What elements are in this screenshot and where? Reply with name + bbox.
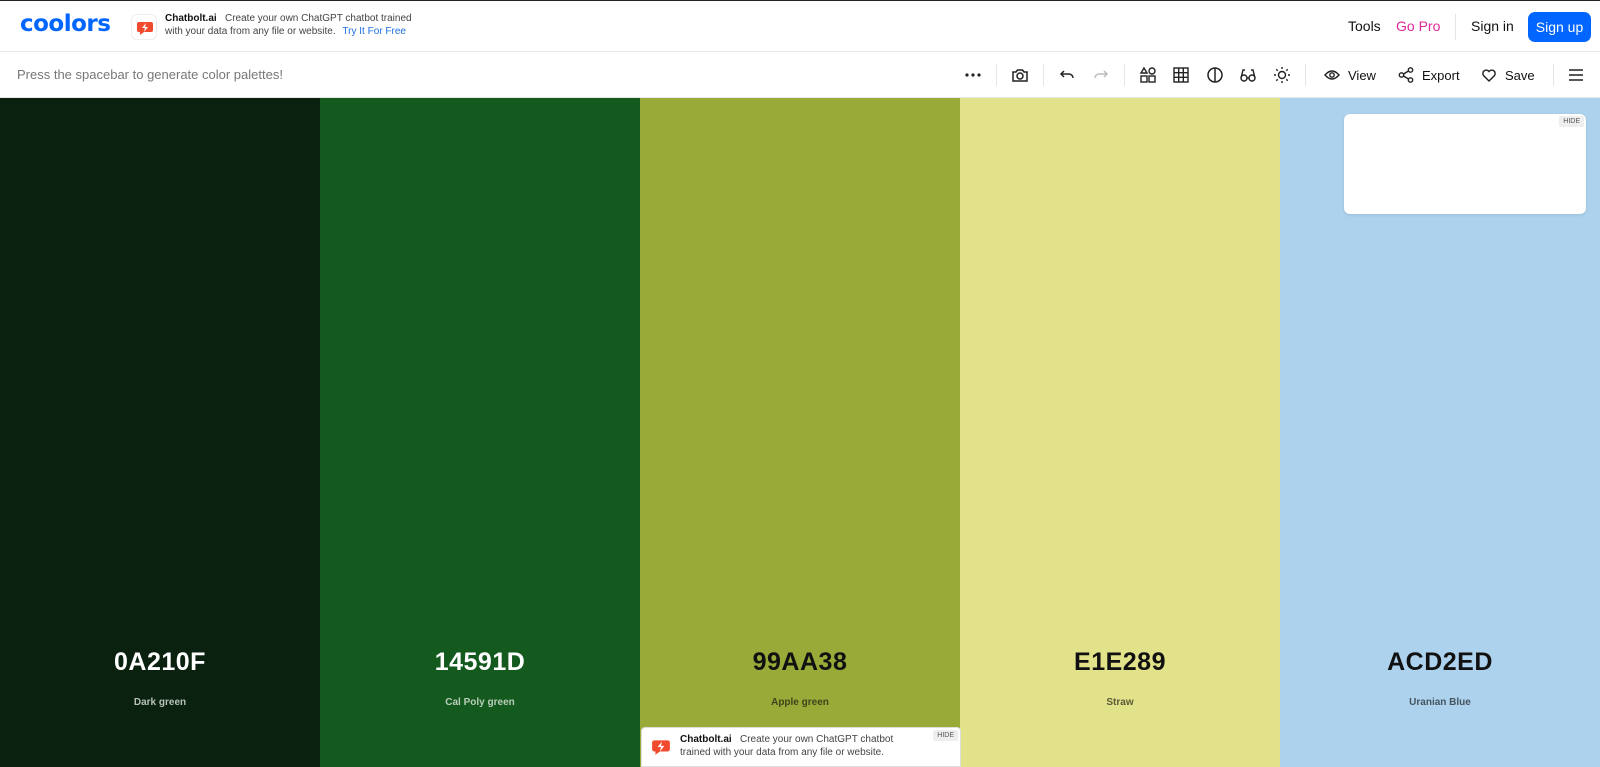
ad-brand-name: Chatbolt.ai (165, 13, 217, 24)
save-button[interactable]: Save (1481, 65, 1535, 85)
undo-icon[interactable] (1057, 65, 1077, 85)
view-button[interactable]: View (1324, 65, 1376, 85)
color-name[interactable]: Dark green (0, 697, 320, 708)
hide-ad-button[interactable]: HIDE (933, 730, 958, 741)
color-hex[interactable]: 14591D (320, 648, 640, 677)
coolors-logo[interactable]: coolors (20, 11, 111, 37)
share-icon (1398, 67, 1414, 83)
redo-icon[interactable] (1091, 65, 1111, 85)
more-icon[interactable] (963, 65, 983, 85)
color-name[interactable]: Cal Poly green (320, 697, 640, 708)
ad-text-line1: Create your own ChatGPT chatbot (740, 734, 894, 745)
hide-ad-button[interactable]: HIDE (1559, 116, 1584, 127)
color-hex[interactable]: 0A210F (0, 648, 320, 677)
color-swatch[interactable]: E1E289 Straw (960, 98, 1280, 767)
header-ad[interactable]: Chatbolt.ai Create your own ChatGPT chat… (131, 11, 431, 43)
color-swatch[interactable]: 14591D Cal Poly green (320, 98, 640, 767)
nav-tools[interactable]: Tools (1348, 18, 1381, 34)
view-label: View (1348, 67, 1376, 83)
nav-divider (1455, 14, 1456, 40)
ad-brand-name: Chatbolt.ai (680, 734, 732, 745)
ad-text-line2-body: with your data from any file or website. (165, 26, 336, 37)
grid-icon[interactable] (1171, 65, 1191, 85)
color-hex[interactable]: ACD2ED (1280, 648, 1600, 677)
chatbolt-logo-icon (131, 14, 157, 40)
shapes-icon[interactable] (1138, 65, 1158, 85)
sign-in-link[interactable]: Sign in (1471, 18, 1514, 34)
color-hex[interactable]: E1E289 (960, 648, 1280, 677)
spacebar-hint: Press the spacebar to generate color pal… (17, 67, 283, 82)
color-swatch[interactable]: 99AA38 Apple green (640, 98, 960, 767)
hamburger-menu-icon[interactable] (1566, 65, 1586, 85)
toolbar: Press the spacebar to generate color pal… (0, 52, 1600, 98)
sign-up-button[interactable]: Sign up (1528, 12, 1591, 42)
ad-card-placeholder: HIDE (1344, 114, 1586, 214)
nav-go-pro[interactable]: Go Pro (1396, 18, 1440, 34)
bottom-ad[interactable]: Chatbolt.ai Create your own ChatGPT chat… (641, 727, 961, 767)
toolbar-divider (1043, 64, 1044, 86)
camera-icon[interactable] (1010, 65, 1030, 85)
export-label: Export (1422, 67, 1460, 83)
color-swatch[interactable]: 0A210F Dark green (0, 98, 320, 767)
eye-icon (1324, 70, 1340, 80)
heart-icon (1482, 69, 1496, 82)
chatbolt-logo-icon (650, 736, 672, 758)
toolbar-divider (1305, 64, 1306, 86)
contrast-icon[interactable] (1205, 65, 1225, 85)
ad-text-line2: with your data from any file or website.… (165, 26, 406, 37)
ad-text-line2: trained with your data from any file or … (680, 747, 884, 758)
color-name[interactable]: Straw (960, 697, 1280, 708)
color-name[interactable]: Uranian Blue (1280, 697, 1600, 708)
toolbar-divider (1124, 64, 1125, 86)
ad-cta-link[interactable]: Try It For Free (342, 26, 406, 37)
glasses-icon[interactable] (1238, 65, 1258, 85)
top-header: coolors Chatbolt.ai Create your own Chat… (0, 0, 1600, 52)
color-name[interactable]: Apple green (640, 697, 960, 708)
sun-icon[interactable] (1272, 65, 1292, 85)
toolbar-divider (1553, 64, 1554, 86)
export-button[interactable]: Export (1398, 65, 1460, 85)
ad-text-line1: Create your own ChatGPT chatbot trained (225, 13, 412, 24)
save-label: Save (1505, 67, 1535, 83)
color-hex[interactable]: 99AA38 (640, 648, 960, 677)
toolbar-divider (996, 64, 997, 86)
